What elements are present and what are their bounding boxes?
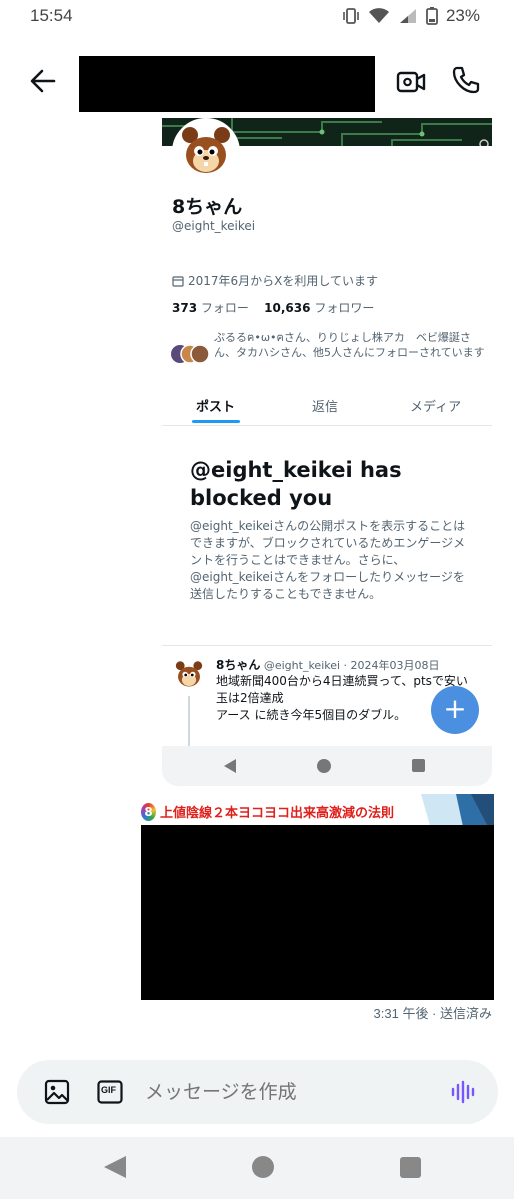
following-label: フォロー (200, 301, 249, 315)
tab-replies[interactable]: 返信 (312, 396, 338, 415)
nav-back-icon (224, 759, 236, 773)
video-call-button[interactable] (395, 66, 427, 98)
back-button[interactable] (26, 64, 60, 98)
add-gif-button[interactable]: GIF (97, 1080, 123, 1104)
post-avatar (172, 658, 206, 692)
profile-avatar (172, 118, 240, 186)
gif-label: GIF (101, 1085, 116, 1095)
voice-wave-icon (451, 1080, 475, 1104)
conversation-name-redacted (79, 56, 375, 112)
arrow-left-icon (30, 69, 56, 93)
message-composer: GIF (17, 1060, 498, 1124)
calendar-icon (172, 275, 184, 287)
nav-recent-icon (412, 759, 425, 772)
battery-percent: 23% (445, 6, 480, 25)
profile-name: 8ちゃん (172, 196, 243, 218)
chart-image-message[interactable]: 8 上値陰線２本ヨコヨコ出来高激減の法則 (141, 792, 494, 1000)
post-author-name: 8ちゃん (216, 658, 261, 672)
chipmunk-avatar-icon (176, 122, 236, 182)
followed-by-avatars (170, 344, 210, 364)
profile-joined-text: 2017年6月からXを利用しています (188, 274, 379, 288)
system-home-icon[interactable] (252, 1156, 274, 1178)
image-icon (44, 1079, 70, 1105)
screenshot-nav-bar (162, 746, 492, 786)
profile-follow-counts: 373 フォロー 10,636 フォロワー (172, 299, 374, 316)
blocked-description: @eight_keikeiさんの公開ポストを表示することはできますが、ブロックさ… (190, 519, 466, 601)
followers-count: 10,636 (264, 301, 311, 315)
add-image-button[interactable] (44, 1079, 70, 1105)
blocked-title: @eight_keikei has blocked you (190, 458, 402, 510)
status-icons: 23% (342, 6, 480, 26)
vibrate-icon (343, 8, 359, 24)
tab-active-indicator (192, 420, 240, 423)
image-title: 8 上値陰線２本ヨコヨコ出来高激減の法則 (141, 802, 394, 821)
nav-home-icon (317, 759, 331, 773)
battery-icon (426, 7, 438, 25)
profile-handle: @eight_keikei (172, 219, 256, 233)
image-redacted-area (141, 825, 494, 1000)
voice-call-button[interactable] (450, 64, 482, 96)
tab-media[interactable]: メディア (410, 396, 461, 415)
chipmunk-avatar-icon (175, 661, 203, 687)
profile-joined: 2017年6月からXを利用しています (172, 272, 378, 289)
followers-label: フォロワー (314, 301, 375, 315)
following-count: 373 (172, 301, 198, 315)
post-header: 8ちゃん @eight_keikei · 2024年03月08日 (216, 656, 486, 673)
image-badge: 8 (141, 802, 156, 821)
image-title-text: 上値陰線２本ヨコヨコ出来高激減の法則 (160, 806, 395, 821)
post-divider (162, 645, 492, 646)
post-meta: @eight_keikei · 2024年03月08日 (263, 659, 440, 672)
signal-icon (399, 9, 416, 23)
wifi-icon (368, 8, 389, 23)
followed-by-text: ぷるるฅ•ω•ฅさん、りりじょし株アカ ベビ爆誕さん、タカハシさん、他5人さんに… (214, 331, 485, 359)
phone-icon (452, 66, 480, 94)
system-recents-icon[interactable] (400, 1157, 421, 1178)
compose-fab-button: + (431, 686, 479, 734)
message-status: 3:31 午後 · 送信済み (373, 1006, 492, 1021)
system-back-icon[interactable] (104, 1156, 126, 1178)
tab-posts[interactable]: ポスト (196, 396, 235, 415)
screenshot-image-message[interactable]: 8ちゃん @eight_keikei 2017年6月からXを利用しています 37… (162, 118, 494, 786)
status-time: 15:54 (30, 6, 73, 25)
video-camera-icon (396, 71, 426, 93)
voice-message-button[interactable] (449, 1078, 477, 1106)
message-input[interactable] (145, 1079, 425, 1105)
tabs-divider (162, 425, 492, 426)
